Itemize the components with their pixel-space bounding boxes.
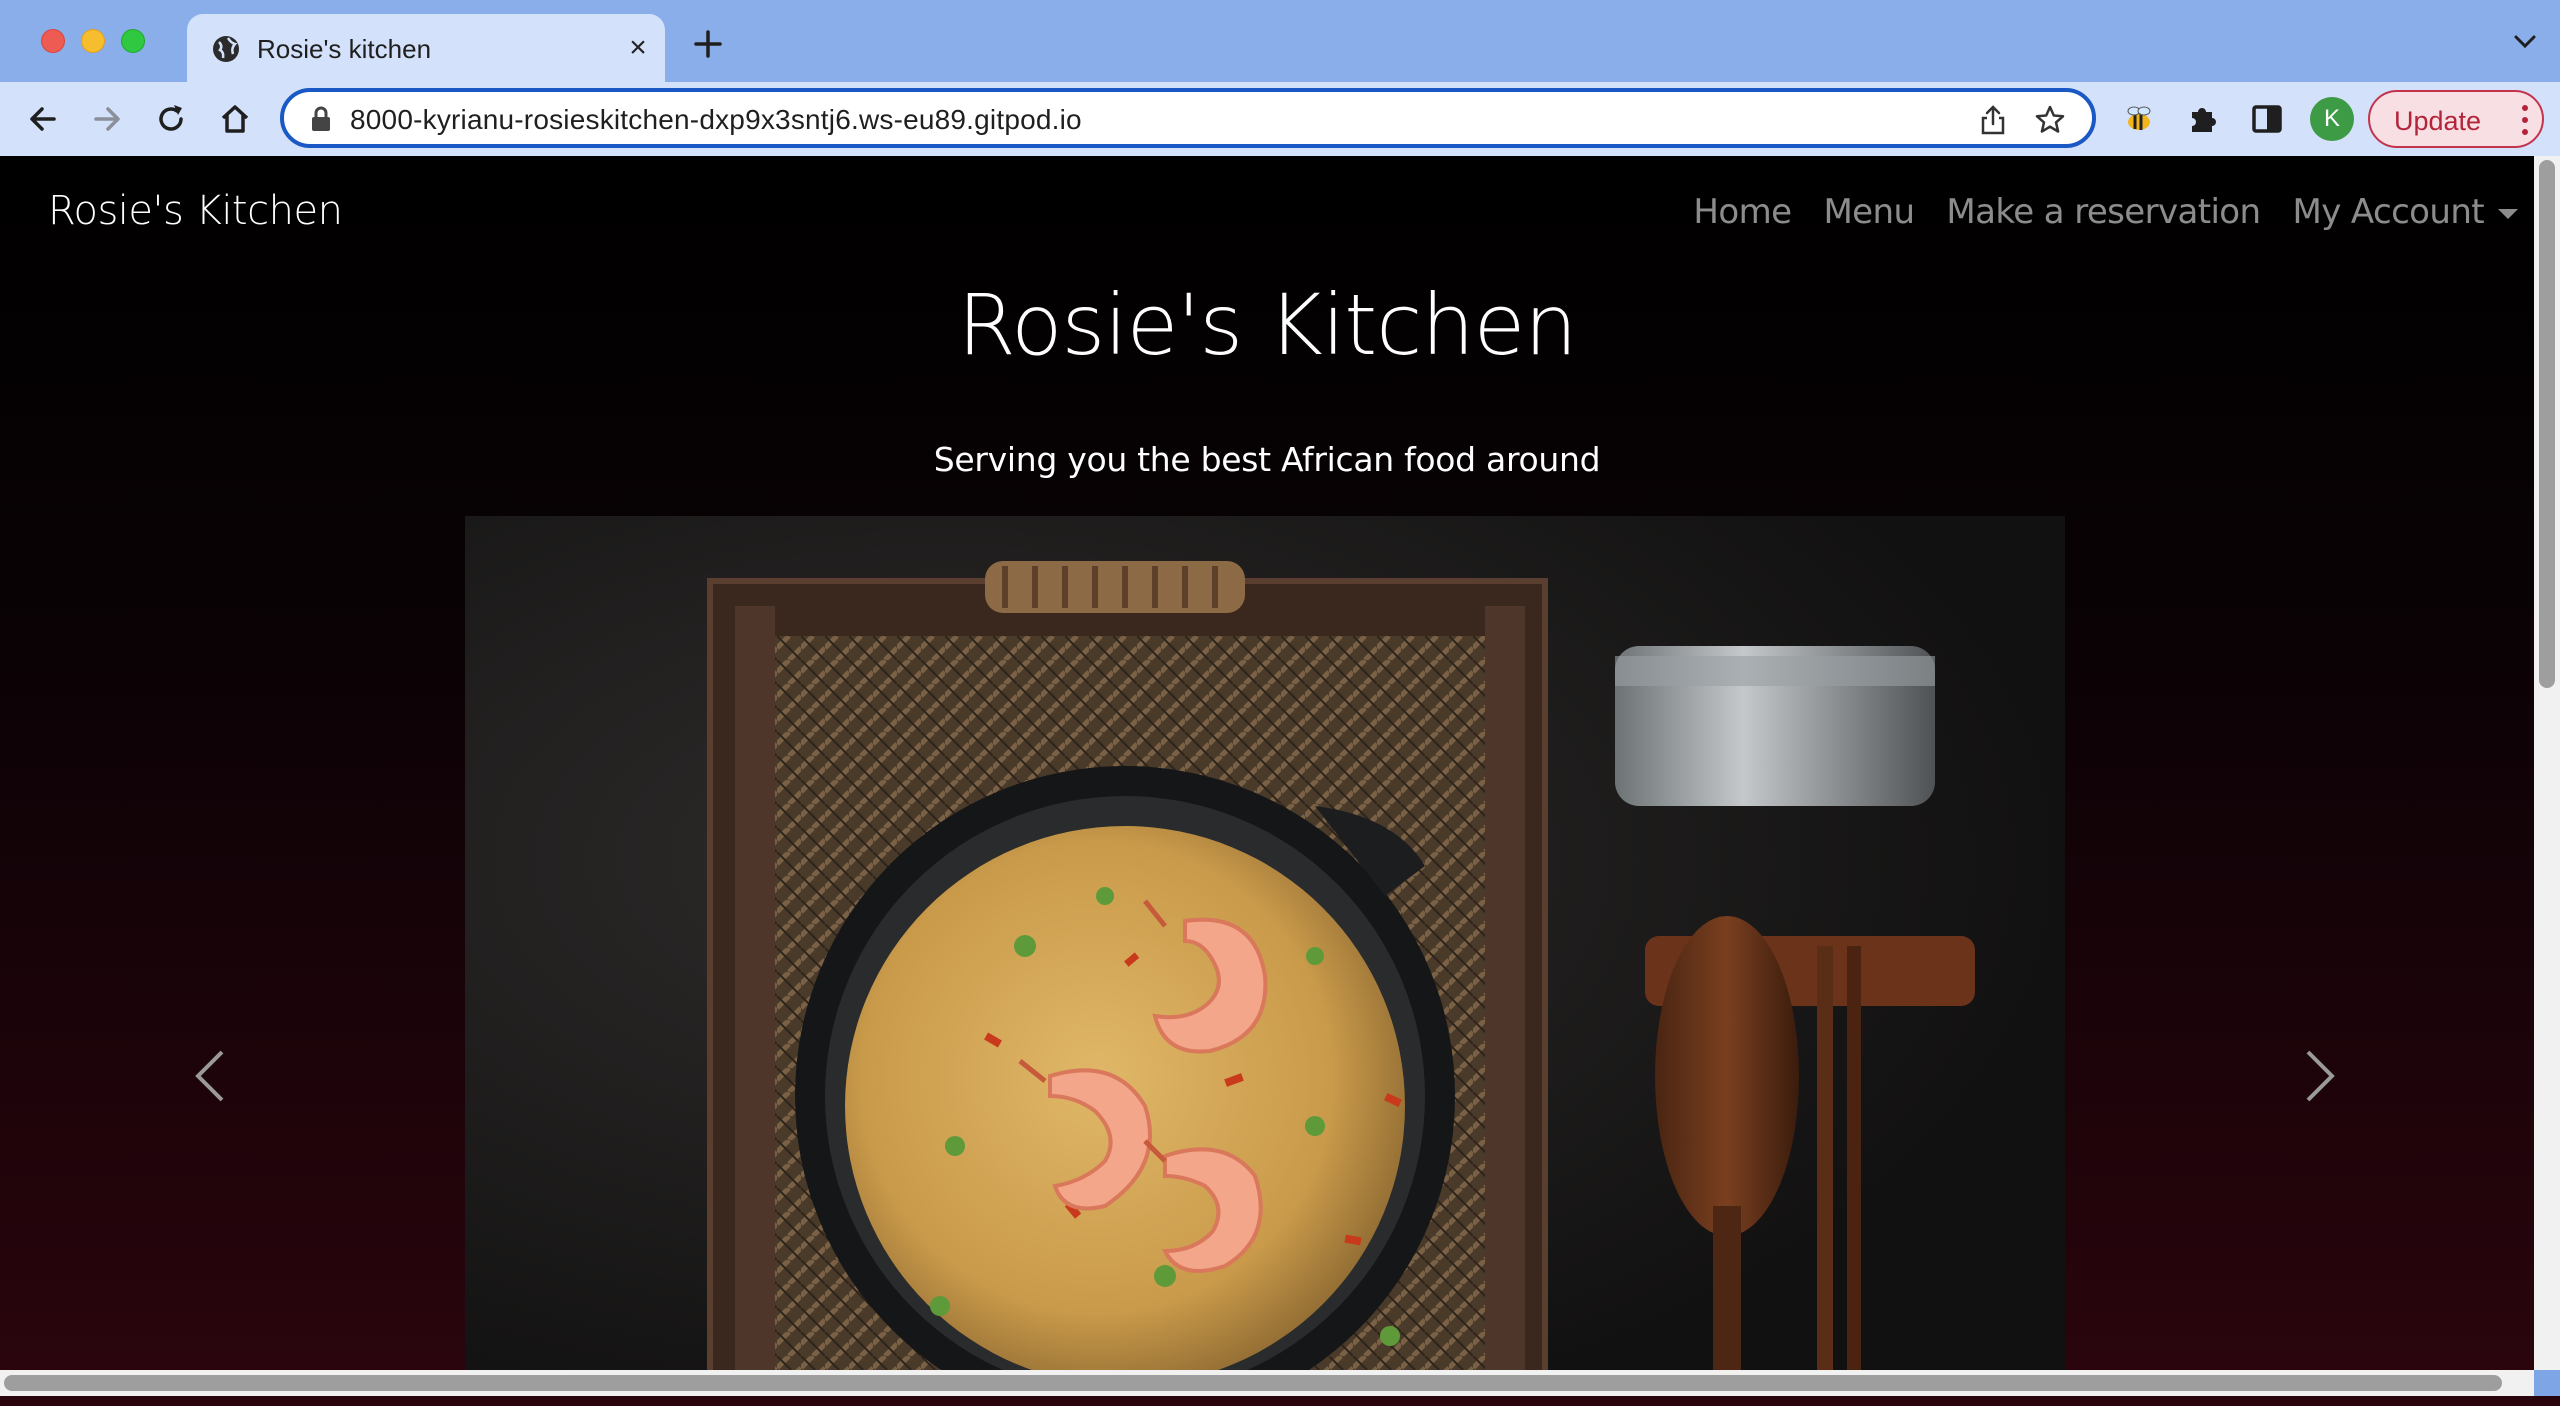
- lock-icon[interactable]: [310, 106, 332, 132]
- back-icon[interactable]: [24, 100, 62, 138]
- page-viewport: Rosie's Kitchen Home Menu Make a reserva…: [0, 156, 2534, 1370]
- hero-subtitle: Serving you the best African food around: [933, 440, 1601, 479]
- tab-title: Rosie's kitchen: [257, 34, 432, 64]
- side-panel-icon[interactable]: [2248, 100, 2286, 138]
- nav-menu[interactable]: Menu: [1823, 192, 1915, 232]
- bee-extension-icon[interactable]: [2120, 100, 2158, 138]
- vertical-scrollbar[interactable]: [2534, 156, 2560, 1370]
- close-window-button[interactable]: [41, 29, 65, 53]
- bookmark-star-icon[interactable]: [2034, 104, 2066, 136]
- jollof-rice-with-shrimp-image: [465, 516, 2065, 1370]
- chevron-down-icon[interactable]: [2510, 32, 2540, 52]
- reload-icon[interactable]: [152, 100, 190, 138]
- url-text[interactable]: 8000-kyrianu-rosieskitchen-dxp9x3sntj6.w…: [350, 104, 1082, 136]
- share-icon[interactable]: [1978, 104, 2008, 136]
- dropdown-caret-icon: [2498, 208, 2518, 219]
- browser-title-bar: Rosie's kitchen ×: [0, 0, 2560, 84]
- close-tab-icon[interactable]: ×: [623, 33, 653, 64]
- new-tab-icon[interactable]: [690, 26, 726, 62]
- profile-avatar[interactable]: K: [2310, 97, 2354, 141]
- update-button[interactable]: Update: [2368, 90, 2544, 148]
- vertical-scrollbar-thumb[interactable]: [2539, 160, 2555, 688]
- site-navbar: Rosie's Kitchen Home Menu Make a reserva…: [0, 156, 2534, 268]
- nav-make-reservation[interactable]: Make a reservation: [1946, 192, 2261, 232]
- forward-icon[interactable]: [88, 100, 126, 138]
- site-brand[interactable]: Rosie's Kitchen: [48, 188, 343, 234]
- horizontal-scrollbar-thumb[interactable]: [4, 1375, 2502, 1391]
- horizontal-scrollbar[interactable]: [0, 1370, 2534, 1396]
- globe-icon: [213, 36, 239, 62]
- minimize-window-button[interactable]: [81, 29, 105, 53]
- address-bar[interactable]: 8000-kyrianu-rosieskitchen-dxp9x3sntj6.w…: [280, 88, 2096, 148]
- carousel-next-icon[interactable]: [2290, 1036, 2350, 1116]
- nav-home[interactable]: Home: [1693, 192, 1792, 232]
- window-bottom-edge: [0, 1396, 2560, 1406]
- home-icon[interactable]: [216, 100, 254, 138]
- carousel-prev-icon[interactable]: [180, 1036, 240, 1116]
- update-label: Update: [2394, 106, 2482, 136]
- maximize-window-button[interactable]: [121, 29, 145, 53]
- hero-title: Rosie's Kitchen: [957, 276, 1577, 374]
- nav-links: Home Menu Make a reservation My Account: [1693, 192, 2518, 232]
- nav-my-account[interactable]: My Account: [2292, 192, 2518, 232]
- carousel-image: [465, 516, 2065, 1370]
- extensions-puzzle-icon[interactable]: [2184, 100, 2222, 138]
- nav-my-account-label: My Account: [2292, 192, 2484, 232]
- more-options-icon[interactable]: [2520, 102, 2530, 138]
- browser-toolbar: 8000-kyrianu-rosieskitchen-dxp9x3sntj6.w…: [0, 82, 2560, 156]
- browser-tab[interactable]: Rosie's kitchen ×: [187, 14, 665, 84]
